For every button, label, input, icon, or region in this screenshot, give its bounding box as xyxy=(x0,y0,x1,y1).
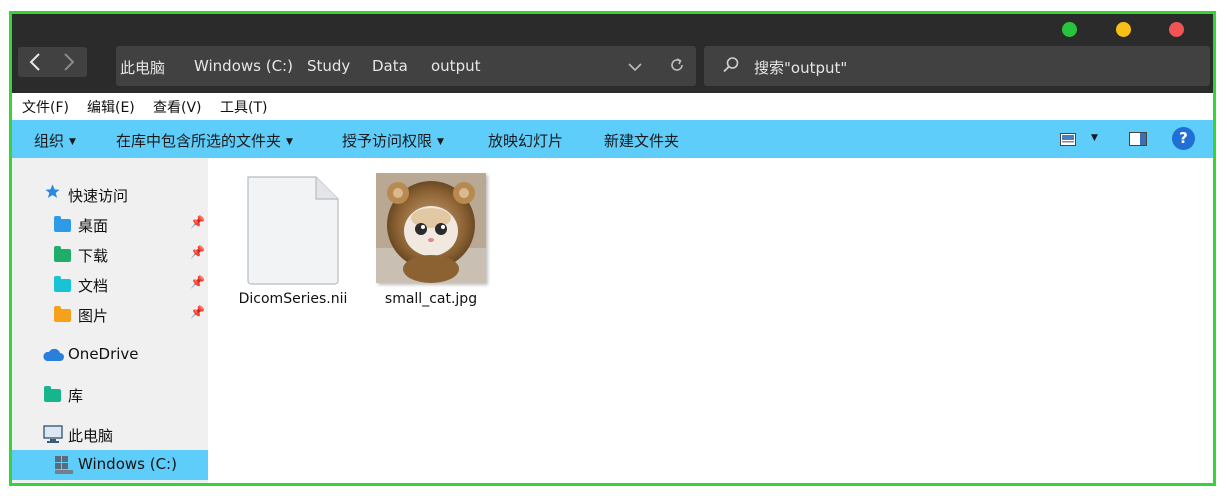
back-button[interactable] xyxy=(18,47,52,77)
include-in-library-label: 在库中包含所选的文件夹 xyxy=(116,132,282,150)
file-list: DicomSeries.nii small_cat.jpg xyxy=(208,158,1213,483)
documents-folder-icon xyxy=(54,276,71,292)
sidebar-item-desktop[interactable]: 桌面 📌 xyxy=(12,210,208,240)
library-folder-icon xyxy=(44,386,61,402)
breadcrumb-drive-c[interactable]: Windows (C:) xyxy=(194,57,293,75)
sidebar-item-label: Windows (C:) xyxy=(78,455,177,473)
pin-icon[interactable]: 📌 xyxy=(190,245,205,259)
preview-pane-button[interactable] xyxy=(1129,132,1147,150)
organize-button[interactable]: 组织 ▼ xyxy=(34,130,76,151)
refresh-button[interactable] xyxy=(668,56,686,79)
sidebar-item-pictures[interactable]: 图片 📌 xyxy=(12,300,208,330)
close-button[interactable] xyxy=(1169,22,1184,37)
help-button[interactable]: ? xyxy=(1172,127,1195,150)
chevron-right-icon xyxy=(64,53,75,71)
search-icon xyxy=(722,56,740,78)
search-input[interactable]: 搜索"output" xyxy=(754,57,847,78)
preview-pane-icon xyxy=(1129,132,1147,146)
windows-drive-icon xyxy=(54,455,74,479)
chevron-down-icon: ▼ xyxy=(69,137,76,147)
view-options-dropdown[interactable]: ▼ xyxy=(1091,133,1098,143)
navigation-pane: 快速访问 桌面 📌 下载 📌 文档 📌 图片 📌 OneDrive 库 此电脑 … xyxy=(12,158,208,483)
desktop-folder-icon xyxy=(54,216,71,232)
chevron-left-icon xyxy=(29,53,40,71)
menu-bar: 文件(F) 编辑(E) 查看(V) 工具(T) xyxy=(12,93,1213,120)
sidebar-item-label: 下载 xyxy=(78,247,109,265)
command-bar: 组织 ▼ 在库中包含所选的文件夹 ▼ 授予访问权限 ▼ 放映幻灯片 新建文件夹 ▼ ? xyxy=(12,120,1213,158)
new-folder-button[interactable]: 新建文件夹 xyxy=(604,130,679,151)
menu-tools[interactable]: 工具(T) xyxy=(220,97,267,117)
pin-icon[interactable]: 📌 xyxy=(190,215,205,229)
breadcrumb-study[interactable]: Study xyxy=(307,57,350,75)
sidebar-item-label: 快速访问 xyxy=(68,187,129,205)
file-name: DicomSeries.nii xyxy=(238,291,348,307)
include-in-library-button[interactable]: 在库中包含所选的文件夹 ▼ xyxy=(116,130,293,151)
address-bar[interactable]: 此电脑 Windows (C:) Study Data output xyxy=(116,46,696,86)
title-bar: 此电脑 Windows (C:) Study Data output 搜索"ou… xyxy=(12,14,1213,93)
pin-icon[interactable]: 📌 xyxy=(190,275,205,289)
breadcrumb-data[interactable]: Data xyxy=(372,57,408,75)
search-box[interactable]: 搜索"output" xyxy=(704,46,1210,86)
menu-view[interactable]: 查看(V) xyxy=(153,97,202,117)
nav-buttons xyxy=(18,47,87,77)
sidebar-item-label: 桌面 xyxy=(78,217,109,235)
cloud-icon xyxy=(42,348,64,366)
sidebar-item-label: OneDrive xyxy=(68,345,139,363)
breadcrumb-this-pc[interactable]: 此电脑 xyxy=(120,57,165,78)
sidebar-item-label: 图片 xyxy=(78,307,109,325)
sidebar-item-label: 库 xyxy=(68,387,84,405)
minimize-button[interactable] xyxy=(1116,22,1131,37)
sidebar-item-downloads[interactable]: 下载 📌 xyxy=(12,240,208,270)
sidebar-item-this-pc[interactable]: 此电脑 xyxy=(12,420,208,450)
sidebar-item-documents[interactable]: 文档 📌 xyxy=(12,270,208,300)
file-item[interactable]: small_cat.jpg xyxy=(374,171,488,313)
sidebar-item-libraries[interactable]: 库 xyxy=(12,380,208,410)
explorer-window: 此电脑 Windows (C:) Study Data output 搜索"ou… xyxy=(9,11,1216,486)
maximize-button[interactable] xyxy=(1062,22,1077,37)
chevron-down-icon xyxy=(628,63,642,72)
menu-file[interactable]: 文件(F) xyxy=(22,97,69,117)
file-item[interactable]: DicomSeries.nii xyxy=(238,173,348,313)
sidebar-item-drive-c[interactable]: Windows (C:) xyxy=(12,450,208,480)
menu-edit[interactable]: 编辑(E) xyxy=(87,97,135,117)
view-thumbnail-icon xyxy=(1060,133,1076,146)
pin-icon[interactable]: 📌 xyxy=(190,305,205,319)
chevron-down-icon: ▼ xyxy=(286,137,293,147)
change-view-button[interactable] xyxy=(1060,132,1076,150)
computer-icon xyxy=(43,425,63,448)
forward-button[interactable] xyxy=(52,47,86,77)
organize-label: 组织 xyxy=(34,132,65,150)
sidebar-item-label: 文档 xyxy=(78,277,109,295)
sidebar-item-onedrive[interactable]: OneDrive xyxy=(12,340,208,370)
sidebar-item-quick-access[interactable]: 快速访问 xyxy=(12,180,208,210)
breadcrumb-output[interactable]: output xyxy=(431,57,480,75)
downloads-folder-icon xyxy=(54,246,71,262)
sidebar-item-label: 此电脑 xyxy=(68,427,114,445)
pictures-folder-icon xyxy=(54,306,71,322)
share-with-button[interactable]: 授予访问权限 ▼ xyxy=(342,130,444,151)
star-icon xyxy=(44,183,61,204)
slideshow-button[interactable]: 放映幻灯片 xyxy=(488,130,563,151)
image-thumbnail-cat xyxy=(376,173,486,283)
refresh-icon xyxy=(671,58,683,71)
share-with-label: 授予访问权限 xyxy=(342,132,433,150)
address-dropdown-button[interactable] xyxy=(628,56,642,77)
generic-file-icon xyxy=(247,176,339,285)
chevron-down-icon: ▼ xyxy=(437,137,444,147)
file-name: small_cat.jpg xyxy=(384,291,478,307)
